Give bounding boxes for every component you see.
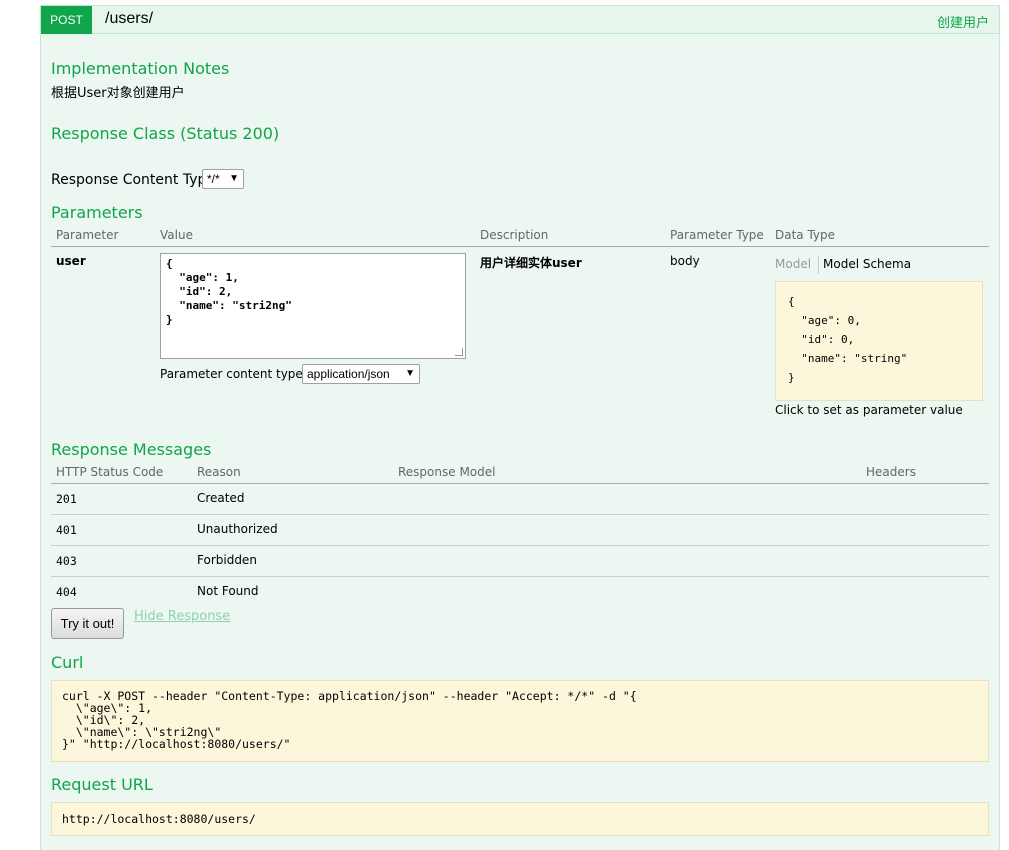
operation-heading[interactable]: POST /users/ 创建用户 — [41, 6, 999, 34]
param-content-type-label: Parameter content type: — [160, 367, 307, 381]
schema-hint: Click to set as parameter value — [775, 403, 963, 417]
implementation-notes-heading: Implementation Notes — [51, 59, 230, 78]
implementation-notes-text: 根据User对象创建用户 — [51, 86, 185, 101]
resp-col-headers: Headers — [866, 465, 916, 479]
tab-model-schema[interactable]: Model Schema — [823, 257, 911, 271]
row-divider — [51, 576, 989, 577]
parameters-heading: Parameters — [51, 203, 143, 222]
param-value-text: { "age": 1, "id": 2, "name": "stri2ng" } — [166, 257, 292, 326]
response-code: 201 — [56, 492, 77, 506]
row-divider — [51, 545, 989, 546]
curl-command: curl -X POST --header "Content-Type: app… — [62, 689, 637, 751]
resp-col-response-model: Response Model — [398, 465, 496, 479]
parameters-header-divider — [51, 246, 989, 247]
response-class-heading: Response Class (Status 200) — [51, 124, 280, 143]
param-col-value: Value — [160, 228, 193, 242]
resize-handle-icon[interactable] — [455, 348, 463, 356]
response-header-divider — [51, 483, 989, 484]
param-value-textarea[interactable]: { "age": 1, "id": 2, "name": "stri2ng" } — [160, 253, 466, 359]
param-col-parameter: Parameter — [56, 228, 119, 242]
resp-col-status-code: HTTP Status Code — [56, 465, 164, 479]
resp-col-reason: Reason — [197, 465, 241, 479]
param-type: body — [670, 254, 700, 268]
hide-response-link[interactable]: Hide Response — [134, 609, 230, 624]
response-reason: Created — [197, 491, 245, 505]
response-content-type-select[interactable]: */* ▼ — [202, 169, 244, 189]
response-content-type-label: Response Content Type — [51, 172, 215, 188]
model-schema-text: { "age": 0, "id": 0, "name": "string" } — [788, 295, 908, 384]
request-url-box: http://localhost:8080/users/ — [51, 802, 989, 836]
request-url-heading: Request URL — [51, 775, 153, 794]
tab-model[interactable]: Model — [775, 257, 811, 271]
dropdown-arrow-icon: ▼ — [229, 173, 239, 184]
param-col-data-type: Data Type — [775, 228, 836, 242]
response-messages-heading: Response Messages — [51, 440, 212, 459]
curl-heading: Curl — [51, 653, 84, 672]
response-reason: Forbidden — [197, 553, 257, 567]
response-code: 404 — [56, 585, 77, 599]
param-name: user — [56, 254, 86, 268]
response-content-type-value: */* — [207, 172, 220, 186]
curl-command-box: curl -X POST --header "Content-Type: app… — [51, 680, 989, 762]
dropdown-arrow-icon: ▼ — [405, 368, 415, 379]
response-code: 401 — [56, 523, 77, 537]
row-divider — [51, 514, 989, 515]
response-reason: Unauthorized — [197, 522, 278, 536]
param-description: 用户详细实体user — [480, 256, 582, 270]
http-method-badge[interactable]: POST — [41, 6, 92, 34]
param-content-type-value: application/json — [307, 367, 390, 381]
operation-path[interactable]: /users/ — [105, 10, 153, 28]
operation-summary-link[interactable]: 创建用户 — [937, 12, 989, 31]
operation-panel: POST /users/ 创建用户 Implementation Notes 根… — [40, 5, 1000, 850]
param-col-description: Description — [480, 228, 549, 242]
param-col-parameter-type: Parameter Type — [670, 228, 764, 242]
response-reason: Not Found — [197, 584, 259, 598]
response-code: 403 — [56, 554, 77, 568]
param-content-type-select[interactable]: application/json ▼ — [302, 364, 420, 384]
request-url: http://localhost:8080/users/ — [62, 812, 256, 826]
try-it-out-button[interactable]: Try it out! — [51, 608, 124, 639]
tab-divider — [818, 256, 819, 274]
model-schema-box[interactable]: { "age": 0, "id": 0, "name": "string" } — [775, 281, 983, 401]
